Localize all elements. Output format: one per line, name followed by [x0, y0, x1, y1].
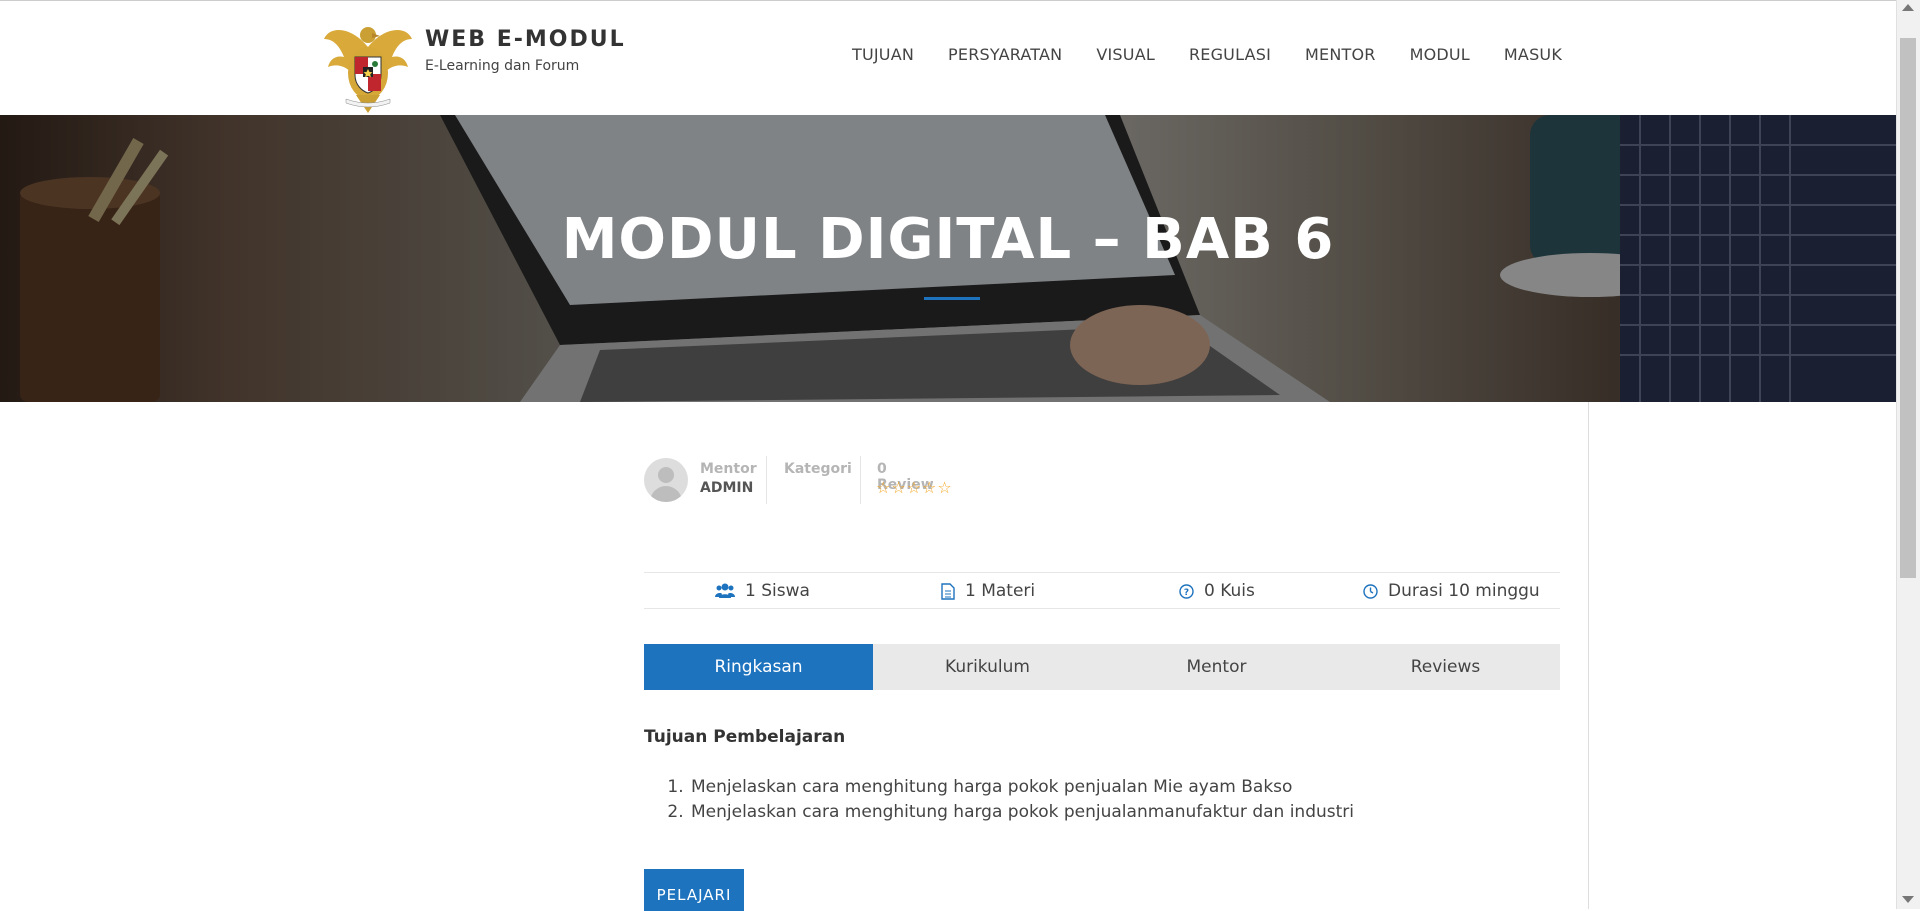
kategori-label: Kategori	[784, 461, 852, 477]
file-icon	[941, 582, 955, 600]
tab-mentor[interactable]: Mentor	[1102, 644, 1331, 690]
nav-modul[interactable]: MODUL	[1410, 45, 1470, 64]
pelajari-button[interactable]: PELAJARI	[644, 869, 744, 911]
mentor-label: Mentor	[700, 461, 757, 477]
svg-text:?: ?	[1184, 588, 1189, 598]
stat-materi: 1 Materi	[941, 581, 1035, 601]
nav-regulasi[interactable]: REGULASI	[1189, 45, 1271, 64]
list-item: Menjelaskan cara menghitung harga pokok …	[689, 800, 1354, 825]
rating-stars-icon: ☆☆☆☆☆	[876, 478, 953, 497]
section-title: Tujuan Pembelajaran	[644, 727, 846, 747]
garuda-logo[interactable]	[322, 17, 414, 115]
course-stats: 1 Siswa 1 Materi ? 0 Kuis Durasi 10 ming…	[644, 572, 1560, 609]
question-icon: ?	[1179, 583, 1194, 599]
nav-mentor[interactable]: MENTOR	[1305, 45, 1376, 64]
tab-kurikulum[interactable]: Kurikulum	[873, 644, 1102, 690]
nav-visual[interactable]: VISUAL	[1096, 45, 1155, 64]
meta-divider	[766, 456, 767, 504]
hero-banner: MODUL DIGITAL – BAB 6	[0, 115, 1896, 402]
page-title: MODUL DIGITAL – BAB 6	[561, 207, 1335, 272]
site-header: WEB E-MODUL E-Learning dan Forum TUJUAN …	[0, 0, 1896, 115]
stat-kuis: ? 0 Kuis	[1179, 581, 1255, 601]
stat-durasi: Durasi 10 minggu	[1363, 581, 1540, 601]
stat-kuis-text: 0 Kuis	[1204, 581, 1255, 601]
scroll-up-icon[interactable]	[1902, 4, 1914, 11]
nav-masuk[interactable]: MASUK	[1504, 45, 1562, 64]
course-tabs: Ringkasan Kurikulum Mentor Reviews	[644, 644, 1560, 690]
stat-durasi-text: Durasi 10 minggu	[1388, 581, 1540, 601]
nav-tujuan[interactable]: TUJUAN	[852, 45, 914, 64]
sidebar-divider	[1588, 402, 1589, 909]
nav-persyaratan[interactable]: PERSYARATAN	[948, 45, 1062, 64]
title-underline	[924, 297, 980, 300]
mentor-name[interactable]: ADMIN	[700, 480, 753, 496]
meta-divider	[860, 456, 861, 504]
users-icon	[715, 583, 735, 599]
clock-icon	[1363, 583, 1378, 599]
learning-goals: Menjelaskan cara menghitung harga pokok …	[644, 775, 1354, 825]
tab-reviews[interactable]: Reviews	[1331, 644, 1560, 690]
scrollbar-thumb[interactable]	[1900, 38, 1916, 578]
brand-subtitle: E-Learning dan Forum	[425, 58, 580, 74]
tab-ringkasan[interactable]: Ringkasan	[644, 644, 873, 690]
scroll-down-icon[interactable]	[1902, 896, 1914, 903]
stat-siswa: 1 Siswa	[715, 581, 810, 601]
stat-siswa-text: 1 Siswa	[745, 581, 810, 601]
stat-materi-text: 1 Materi	[965, 581, 1036, 601]
avatar	[644, 458, 688, 502]
main-nav: TUJUAN PERSYARATAN VISUAL REGULASI MENTO…	[852, 45, 1562, 64]
list-item: Menjelaskan cara menghitung harga pokok …	[689, 775, 1354, 800]
brand-title[interactable]: WEB E-MODUL	[425, 27, 626, 52]
